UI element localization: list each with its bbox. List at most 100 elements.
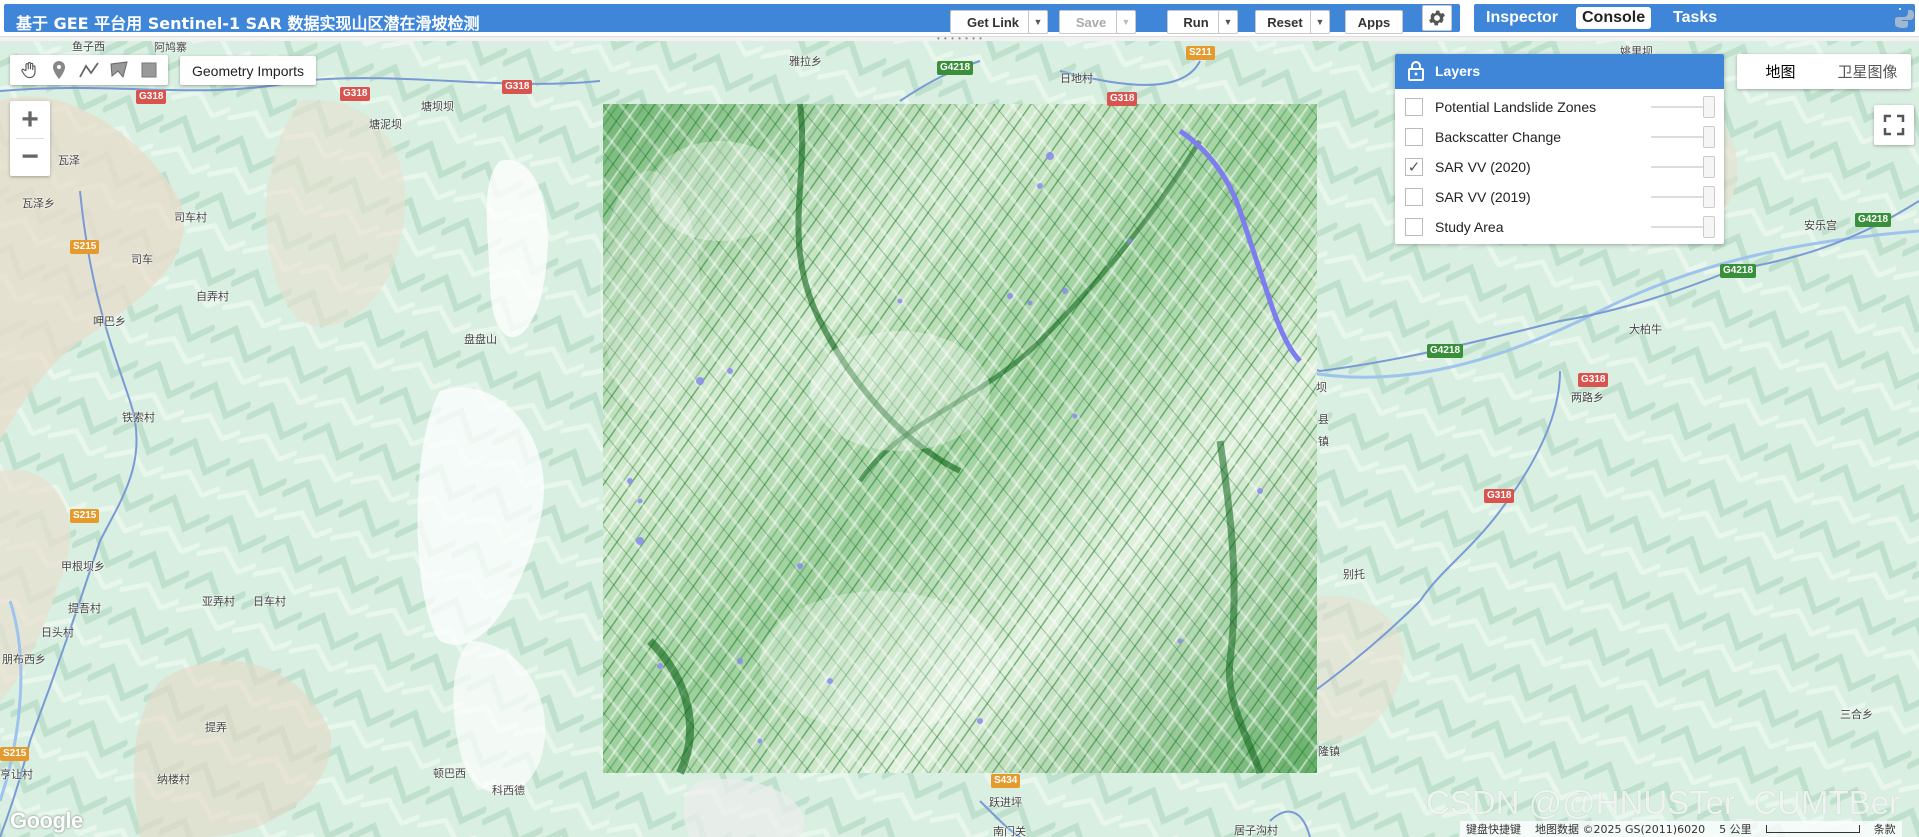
tab-console[interactable]: Console	[1576, 7, 1652, 29]
fullscreen-button[interactable]	[1874, 105, 1914, 145]
opacity-slider-handle[interactable]	[1703, 216, 1715, 238]
run-button[interactable]: Run	[1167, 10, 1225, 34]
polyline-icon	[79, 62, 99, 78]
opacity-slider-handle[interactable]	[1703, 156, 1715, 178]
opacity-slider-track[interactable]	[1651, 196, 1705, 198]
sar-vv-2020-raster	[600, 103, 1317, 775]
layer-row-sar-vv-2019: SAR VV (2019)	[1395, 182, 1724, 212]
place-label: 盘盘山	[464, 333, 497, 346]
layers-header[interactable]: Layers	[1395, 54, 1724, 89]
draw-rectangle-button[interactable]	[134, 55, 164, 85]
save-dropdown-button[interactable]: ▼	[1116, 10, 1136, 34]
road-shield: G4218	[1427, 344, 1464, 358]
caret-down-icon: ▼	[1121, 17, 1131, 27]
place-label: 瓦泽乡	[22, 197, 55, 210]
save-button[interactable]: Save	[1059, 10, 1123, 34]
opacity-slider-handle[interactable]	[1703, 96, 1715, 118]
add-marker-button[interactable]	[44, 55, 74, 85]
place-label: 塘泥坝	[369, 118, 402, 131]
opacity-slider-track[interactable]	[1651, 226, 1705, 228]
place-label: 镇	[1318, 435, 1329, 448]
place-label: 南门关	[993, 825, 1026, 837]
scale-bar	[1765, 825, 1860, 833]
layer-label: SAR VV (2020)	[1435, 159, 1531, 175]
pan-tool-button[interactable]	[14, 55, 44, 85]
place-label: 阿鸠寨	[154, 41, 187, 54]
reset-button[interactable]: Reset	[1255, 10, 1315, 34]
map-attribution-bar: 键盘快捷键 地图数据 ©2025 GS(2011)6020 5 公里 条款	[1460, 821, 1902, 837]
tab-tasks[interactable]: Tasks	[1667, 7, 1723, 29]
place-label: 县	[1318, 413, 1329, 426]
keyboard-shortcuts-link[interactable]: 键盘快捷键	[1466, 821, 1521, 837]
layers-panel: Layers Potential Landslide Zones Backsca…	[1395, 54, 1724, 244]
place-label: 两路乡	[1571, 391, 1604, 404]
map-type-control: 地图 卫星图像	[1737, 54, 1911, 89]
marker-icon	[53, 61, 65, 79]
get-link-dropdown-button[interactable]: ▼	[1028, 10, 1048, 34]
lock-icon[interactable]	[1407, 61, 1425, 81]
place-label: 日车村	[253, 595, 286, 608]
place-label: 日地村	[1060, 72, 1093, 85]
reset-dropdown-button[interactable]: ▼	[1310, 10, 1330, 34]
place-label: 呷巴乡	[93, 315, 126, 328]
opacity-slider-handle[interactable]	[1703, 126, 1715, 148]
layer-label: Backscatter Change	[1435, 129, 1562, 145]
layer-row-potential-landslide-zones: Potential Landslide Zones	[1395, 92, 1724, 122]
place-label: 跃进坪	[989, 796, 1022, 809]
zoom-in-button[interactable]: +	[10, 101, 50, 138]
place-label: 三合乡	[1840, 708, 1873, 721]
map-canvas[interactable]: 鱼子西 阿鸠寨 雅拉乡 日地村 塘泥坝 瓦泽 瓦泽乡 司车村 司车 自弄村 呷巴…	[0, 41, 1919, 837]
python-icon[interactable]	[1890, 4, 1916, 30]
place-label: 甲根坝乡	[61, 560, 105, 573]
road-shield: G4218	[937, 61, 974, 75]
draw-polygon-button[interactable]	[104, 55, 134, 85]
layer-visibility-checkbox[interactable]	[1405, 128, 1423, 146]
place-label: 别托	[1343, 568, 1365, 581]
settings-button[interactable]	[1422, 5, 1452, 31]
road-shield: S215	[70, 509, 100, 523]
layer-label: SAR VV (2019)	[1435, 189, 1531, 205]
top-bar: 基于 GEE 平台用 Sentinel-1 SAR 数据实现山区潜在滑坡检测 G…	[0, 0, 1919, 36]
place-label: 隆镇	[1318, 745, 1340, 758]
map-type-map-button[interactable]: 地图	[1737, 54, 1824, 89]
road-shield: G318	[1578, 373, 1609, 387]
zoom-out-button[interactable]: −	[10, 138, 50, 175]
road-shield: S434	[991, 774, 1021, 788]
map-type-satellite-button[interactable]: 卫星图像	[1824, 54, 1911, 89]
tab-inspector[interactable]: Inspector	[1480, 7, 1564, 29]
layer-visibility-checkbox[interactable]	[1405, 188, 1423, 206]
layer-label: Study Area	[1435, 219, 1504, 235]
right-panel-tab-bar: Inspector Console Tasks	[1474, 4, 1915, 32]
opacity-slider-handle[interactable]	[1703, 186, 1715, 208]
layer-label: Potential Landslide Zones	[1435, 99, 1597, 115]
layer-visibility-checkbox[interactable]	[1405, 98, 1423, 116]
layer-visibility-checkbox[interactable]	[1405, 218, 1423, 236]
place-label: 坝	[1316, 381, 1327, 394]
opacity-slider-track[interactable]	[1651, 136, 1705, 138]
place-label: 提弄	[205, 721, 227, 734]
terms-link[interactable]: 条款	[1874, 821, 1896, 837]
get-link-button[interactable]: Get Link	[950, 10, 1036, 34]
draw-line-button[interactable]	[74, 55, 104, 85]
place-label: 日头村	[41, 626, 74, 639]
place-label: 大柏牛	[1629, 323, 1662, 336]
opacity-slider-track[interactable]	[1651, 106, 1705, 108]
zoom-control: + −	[10, 101, 50, 176]
rectangle-icon	[141, 62, 157, 78]
run-dropdown-button[interactable]: ▼	[1218, 10, 1238, 34]
place-label: 鱼子西	[72, 41, 105, 53]
road-shield: G318	[136, 90, 167, 104]
scale-label[interactable]: 5 公里	[1719, 821, 1752, 837]
place-label: 瓦泽	[58, 154, 80, 167]
place-label: 自弄村	[196, 290, 229, 303]
place-label: 塘坝坝	[421, 100, 454, 113]
road-shield: G318	[1107, 92, 1138, 106]
road-shield: G318	[340, 87, 371, 101]
apps-button[interactable]: Apps	[1345, 10, 1403, 34]
place-label: 顿巴西	[433, 767, 466, 780]
road-shield: G4218	[1720, 264, 1757, 278]
layer-visibility-checkbox[interactable]: ✓	[1405, 158, 1423, 176]
opacity-slider-track[interactable]	[1651, 166, 1705, 168]
geometry-imports-button[interactable]: Geometry Imports	[180, 56, 317, 85]
place-label: 亨让村	[0, 768, 33, 781]
